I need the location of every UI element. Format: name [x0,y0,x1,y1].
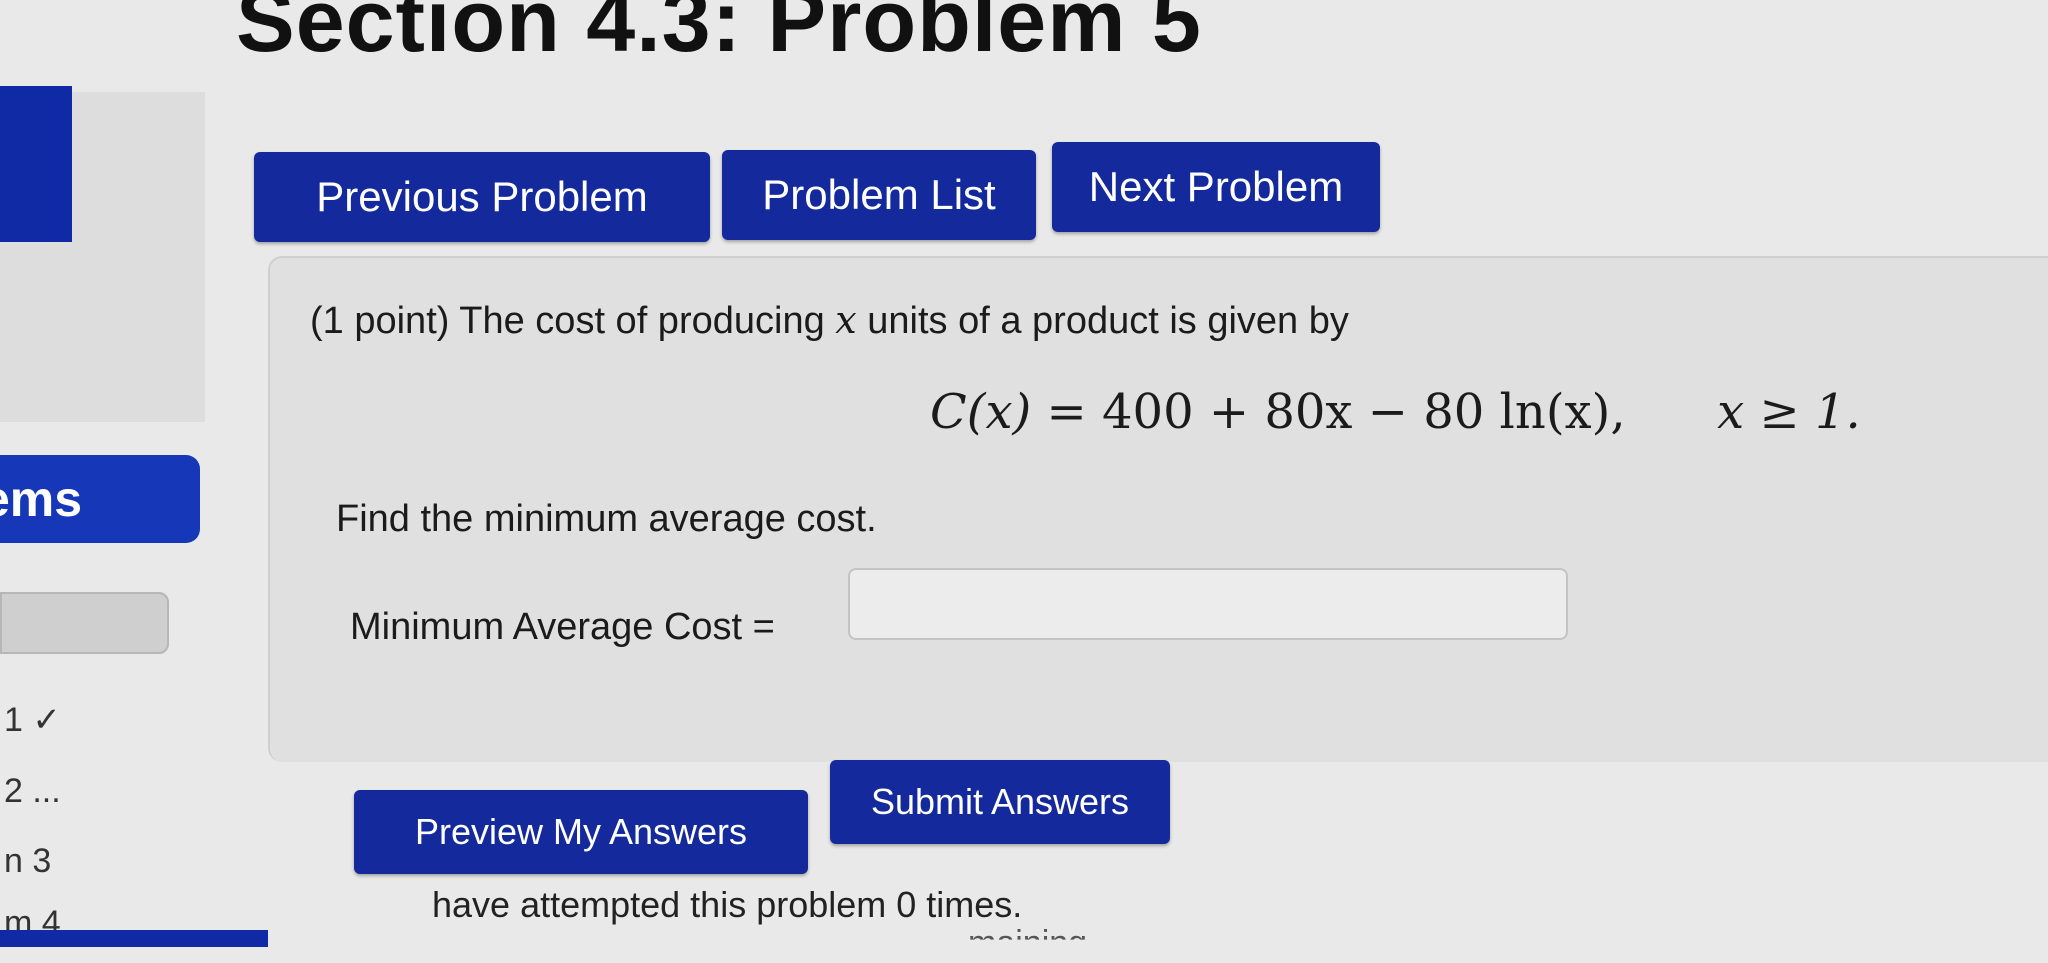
sidebar-bottom-bar [0,930,268,947]
page-title: Section 4.3: Problem 5 [236,0,1202,70]
intro-before: (1 point) The cost of producing [310,300,836,342]
sidebar-item-problem-2[interactable]: 2 ... [4,772,61,811]
submit-answers-button[interactable]: Submit Answers [830,760,1170,844]
sidebar-heading-label: ems [0,471,83,527]
sidebar-item-problem-1[interactable]: 1 ✓ [4,700,61,740]
intro-variable: x [835,298,857,342]
attempt-count-text: have attempted this problem 0 times. [432,884,1023,925]
next-problem-button[interactable]: Next Problem [1052,142,1380,232]
sidebar-item-problem-3[interactable]: n 3 [4,842,51,881]
instruction-text: Find the minimum average cost. [336,498,877,540]
formula-condition: x ≥ 1. [1717,384,1861,440]
sidebar-nav-block[interactable] [0,86,72,242]
sidebar-problems-heading: ems [0,455,200,543]
formula-lhs: C(x) [930,384,1032,440]
answer-label: Minimum Average Cost = [350,606,775,648]
sidebar-input[interactable] [0,592,169,654]
remaining-attempts-text: maining [968,924,1088,962]
preview-answers-button[interactable]: Preview My Answers [354,790,808,874]
problem-list-button[interactable]: Problem List [722,150,1036,240]
problem-statement: (1 point) The cost of producing x units … [310,298,1349,343]
formula-rhs: = 400 + 80x − 80 ln(x), [1031,384,1626,440]
cost-formula: C(x) = 400 + 80x − 80 ln(x), x ≥ 1. [930,384,1861,440]
previous-problem-button[interactable]: Previous Problem [254,152,710,242]
intro-after: units of a product is given by [856,300,1349,342]
minimum-average-cost-input[interactable] [848,568,1568,640]
